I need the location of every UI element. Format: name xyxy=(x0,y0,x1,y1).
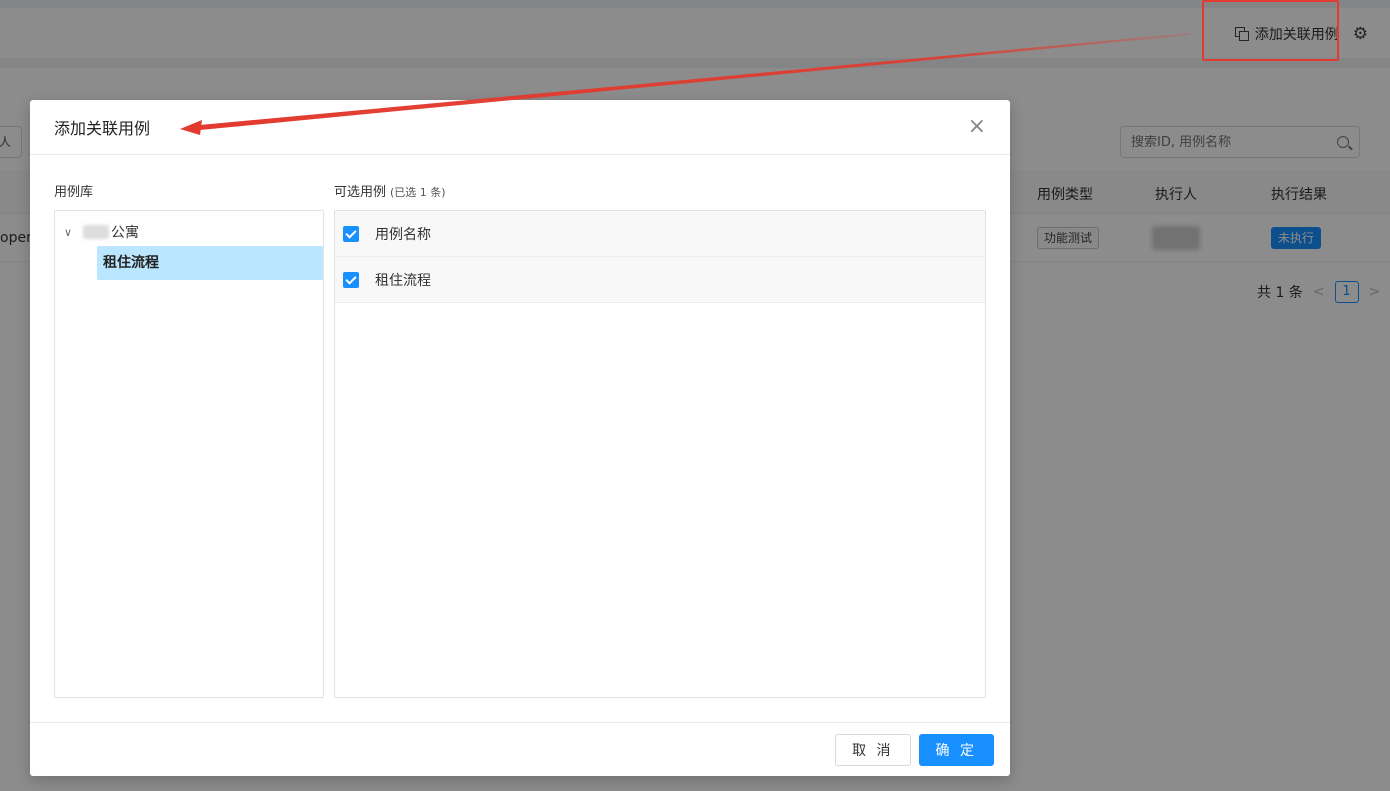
case-library-label: 用例库 xyxy=(54,185,94,200)
case-name-header: 用例名称 xyxy=(375,226,431,243)
dialog-header: 添加关联用例 × xyxy=(30,100,1010,155)
close-icon[interactable]: × xyxy=(968,116,986,138)
tree-root-label: 公寓 xyxy=(83,222,139,242)
available-cases-text: 可选用例 xyxy=(334,185,387,200)
cancel-button[interactable]: 取 消 xyxy=(835,733,911,766)
tree-root-text: 公寓 xyxy=(111,225,139,241)
chevron-down-icon[interactable]: ∨ xyxy=(61,226,75,239)
list-item[interactable]: 租住流程 xyxy=(335,257,985,303)
confirm-button[interactable]: 确 定 xyxy=(918,733,994,766)
dialog-footer: 取 消 确 定 xyxy=(30,722,1010,776)
case-checkbox[interactable] xyxy=(343,271,359,288)
dialog-title: 添加关联用例 xyxy=(54,119,151,138)
redacted-text xyxy=(83,225,109,239)
case-library-tree: ∨ 公寓 租住流程 xyxy=(54,210,324,698)
select-all-checkbox[interactable] xyxy=(343,225,359,242)
case-name: 租住流程 xyxy=(375,272,431,289)
available-cases-label: 可选用例 (已选 1 条) xyxy=(334,181,446,200)
tree-node-root[interactable]: ∨ 公寓 xyxy=(61,221,139,243)
selected-count: (已选 1 条) xyxy=(390,186,446,199)
available-case-list: 用例名称 租住流程 xyxy=(334,210,986,698)
add-related-case-dialog: 添加关联用例 × 用例库 可选用例 (已选 1 条) ∨ 公寓 租住流程 用例名称 xyxy=(30,100,1010,776)
dialog-body: 用例库 可选用例 (已选 1 条) ∨ 公寓 租住流程 用例名称 租住流程 xyxy=(30,155,1010,722)
tree-node-selected[interactable]: 租住流程 xyxy=(97,246,323,280)
case-list-header-row[interactable]: 用例名称 xyxy=(335,211,985,257)
